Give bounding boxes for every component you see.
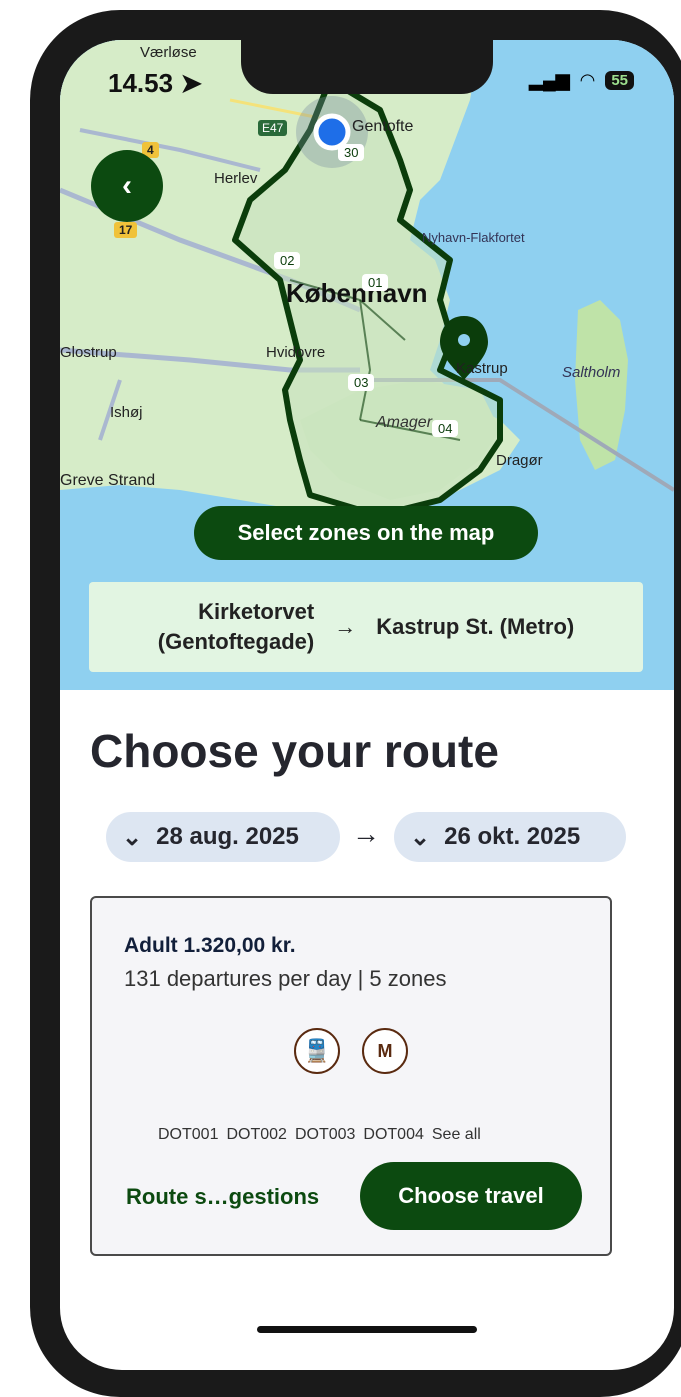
- choose-travel-button[interactable]: Choose travel: [360, 1162, 582, 1230]
- place-label: Amager: [376, 414, 433, 431]
- signal-icon: ▂▄▆: [529, 70, 570, 90]
- place-label: Hvidovre: [266, 344, 326, 361]
- zone-map[interactable]: Værløse Gentofte Herlev København Hvidov…: [60, 40, 674, 690]
- end-date-picker[interactable]: ⌄ 26 okt. 2025: [394, 812, 626, 862]
- zone-code: DOT001: [158, 1126, 219, 1143]
- zone-tag-03[interactable]: 03: [348, 374, 375, 391]
- place-label: Kastrup: [456, 360, 508, 377]
- place-label: Greve Strand: [60, 472, 156, 489]
- see-all-link[interactable]: See all: [432, 1126, 481, 1144]
- road-shield: E47: [258, 120, 288, 136]
- road-shield: 17: [114, 222, 138, 238]
- page-title: Choose your route: [90, 725, 499, 777]
- place-label: Gentofte: [352, 118, 414, 135]
- route-origin: Kirketorvet (Gentoftegade): [158, 597, 314, 657]
- route-origin-line1: Kirketorvet: [198, 599, 315, 624]
- back-button[interactable]: ‹: [91, 150, 163, 222]
- zone-tag-04[interactable]: 04: [432, 420, 459, 437]
- route-destination: Kastrup St. (Metro): [376, 614, 575, 639]
- metro-icon: M: [362, 1028, 408, 1074]
- route-summary: Kirketorvet (Gentoftegade) → Kastrup St.…: [89, 582, 643, 672]
- train-icon: 🚆: [294, 1028, 340, 1074]
- chevron-down-icon: ⌄: [122, 823, 143, 851]
- select-zones-button[interactable]: Select zones on the map: [194, 506, 538, 560]
- zone-code: DOT004: [363, 1126, 424, 1143]
- price-label: Adult 1.320,00 kr.: [124, 934, 296, 957]
- place-label: Saltholm: [562, 364, 621, 381]
- status-time: 14.53 ➤: [108, 68, 203, 98]
- zone-code: DOT003: [294, 1126, 356, 1143]
- place-label: Dragør: [496, 452, 543, 469]
- zone-tag-30[interactable]: 30: [338, 144, 365, 161]
- zone-code: DOT002: [226, 1126, 287, 1143]
- chevron-down-icon: ⌄: [410, 823, 431, 851]
- place-label: Nyhavn-Flakfortet: [422, 230, 525, 245]
- start-date-value: 28 aug. 2025: [156, 823, 299, 850]
- departures-info: 131 departures per day | 5 zones: [124, 966, 447, 991]
- arrow-right-icon: →: [334, 614, 357, 639]
- notch: [241, 40, 493, 94]
- route-suggestions-link[interactable]: Route s…gestions: [126, 1184, 319, 1210]
- status-icons: ▂▄▆ ◠ 55: [529, 70, 634, 91]
- place-label: Ishøj: [110, 404, 143, 421]
- arrow-right-icon: →: [352, 818, 380, 849]
- place-label: Værløse: [140, 44, 197, 61]
- zone-codes: DOT001 DOT002 DOT003 DOT004 See all: [158, 1126, 481, 1144]
- wifi-icon: ◠: [579, 70, 596, 90]
- battery-icon: 55: [605, 71, 634, 90]
- home-indicator: [257, 1326, 477, 1333]
- app-screen: Værløse Gentofte Herlev København Hvidov…: [60, 40, 674, 1370]
- route-option-card[interactable]: Adult 1.320,00 kr. 131 departures per da…: [90, 896, 612, 1256]
- location-arrow-icon: ➤: [180, 68, 203, 98]
- start-date-picker[interactable]: ⌄ 28 aug. 2025: [106, 812, 340, 862]
- city-label: København: [286, 278, 428, 308]
- route-origin-line2: (Gentoftegade): [157, 629, 315, 654]
- chevron-left-icon: ‹: [122, 169, 132, 202]
- zone-tag-01[interactable]: 01: [362, 274, 389, 291]
- place-label: Herlev: [214, 170, 258, 187]
- zone-tag-02[interactable]: 02: [274, 252, 301, 269]
- end-date-value: 26 okt. 2025: [444, 823, 581, 850]
- place-label: Glostrup: [60, 344, 117, 361]
